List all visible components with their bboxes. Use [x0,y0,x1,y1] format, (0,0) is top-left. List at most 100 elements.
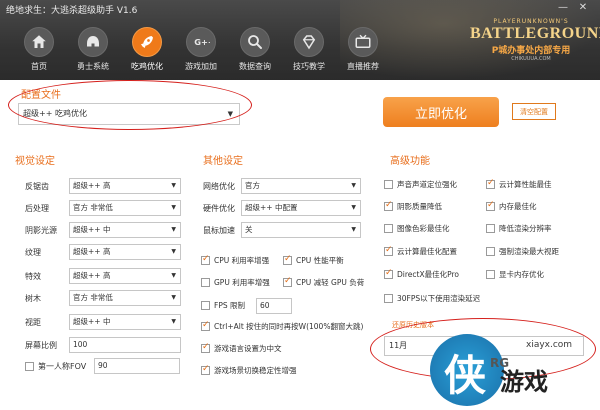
chevron-down-icon: ▼ [171,226,176,233]
texture-select[interactable]: 超级++ 高 ▼ [69,244,181,260]
sound-channel-checkbox[interactable]: 声音声道定位强化 [384,178,457,190]
other-row: 鼠标加速 关 ▼ [203,222,361,238]
fpv-input[interactable]: 90 [94,358,180,374]
checkbox-label: DirectX最佳化Pro [397,269,459,279]
shadow-reduce-checkbox[interactable]: 阴影质量降低 [384,200,442,212]
directx-pro-checkbox[interactable]: DirectX最佳化Pro [384,268,459,280]
checkbox-box [384,293,393,303]
logo-sub-text: P城办事处内部专用 [491,46,571,56]
effects-select[interactable]: 超级++ 高 ▼ [69,268,181,284]
other-row-label: 网络优化 [203,181,235,191]
scene-stability-checkbox[interactable]: 游戏场景切换稳定性增强 [201,364,297,376]
clear-config-button[interactable]: 清空配置 [512,103,556,120]
cpu-balance-checkbox[interactable]: CPU 性能平衡 [283,254,344,266]
visual-settings-title: 视觉设定 [15,156,55,167]
checkbox-box [486,223,495,233]
checkbox-box [486,200,495,211]
cpu-reduce-gpu-checkbox[interactable]: CPU 减轻 GPU 负荷 [283,276,364,288]
nav-warrior-system[interactable]: 勇士系统 [70,27,116,79]
nav-tips-label: 技巧教学 [293,62,325,71]
mouse-accel-select[interactable]: 关 ▼ [241,222,361,238]
app-window: 绝地求生：大逃杀超级助手 V1.6 — ✕ 首页 勇士系统 吃鸡优化 G+ 游戏… [0,0,600,410]
checkbox-label: 降低渲染分辨率 [499,223,552,233]
visual-row: 特效 超级++ 高 ▼ [25,268,181,284]
antialias-value: 超级++ 高 [73,181,111,190]
window-jump-checkbox[interactable]: Ctrl+Alt 按住的同时再按W(100%翻窗大跳) [201,320,363,332]
nav-chicken-optimize-label: 吃鸡优化 [131,62,163,71]
battlegrounds-logo: PLAYERUNKNOWN'S BATTLEGROUNDS P城办事处内部专用 … [470,18,600,70]
render-delay-checkbox[interactable]: 30FPS以下使用渲染延迟 [384,292,480,304]
cloud-config-checkbox[interactable]: 云计算最佳化配置 [384,245,457,257]
other-row: 网络优化 官方 ▼ [203,178,361,194]
texture-value: 超级++ 高 [73,247,111,256]
checkbox-label: CPU 减轻 GPU 负荷 [296,277,365,287]
visual-row: 树木 官方 非常低 ▼ [25,290,181,306]
cloud-performance-checkbox[interactable]: 云计算性能最佳 [486,178,552,190]
checkbox-box [201,320,210,331]
chevron-down-icon: ▼ [171,182,176,189]
post-processing-value: 官方 非常低 [73,203,113,212]
nav-live[interactable]: 直播推荐 [340,27,386,79]
view-distance-select[interactable]: 超级++ 中 ▼ [69,314,181,330]
gpu-boost-checkbox[interactable]: GPU 利用率增强 [201,276,270,288]
fps-limit-label: FPS 限制 [214,300,245,310]
checkbox-box [384,223,393,233]
search-icon [240,27,270,57]
checkbox-label: 强制渲染最大视距 [499,246,559,256]
checkbox-label: 声音声道定位强化 [397,179,457,189]
checkbox-label: 阴影质量降低 [397,201,442,211]
hardware-optimize-value: 超级++ 中配置 [245,203,298,212]
nav-tips[interactable]: 技巧教学 [286,27,332,79]
checkbox-box [201,342,210,353]
checkbox-box [384,268,393,279]
close-button[interactable]: ✕ [576,2,590,14]
chinese-language-checkbox[interactable]: 游戏语言设置为中文 [201,342,282,354]
other-settings-title: 其他设定 [203,156,243,167]
max-view-distance-checkbox[interactable]: 强制渲染最大视距 [486,245,559,257]
tv-icon [348,27,378,57]
fps-limit-input[interactable]: 60 [256,298,292,314]
nav-home[interactable]: 首页 [16,27,62,79]
color-optimize-checkbox[interactable]: 图像色彩最佳化 [384,222,450,234]
nav-chicken-optimize[interactable]: 吃鸡优化 [124,27,170,79]
minimize-button[interactable]: — [556,2,570,14]
checkbox-label: 显卡内存优化 [499,269,544,279]
post-processing-select[interactable]: 官方 非常低 ▼ [69,200,181,216]
other-row-label: 鼠标加速 [203,225,235,235]
checkbox-box [283,276,292,287]
optimize-now-button[interactable]: 立即优化 [383,97,499,127]
fpv-row: 第一人称FOV 90 [25,358,180,374]
visual-row-label: 阴影光源 [25,225,57,235]
visual-row-label: 特效 [25,271,41,281]
shadow-light-select[interactable]: 超级++ 中 ▼ [69,222,181,238]
shadow-light-value: 超级++ 中 [73,225,111,234]
network-optimize-select[interactable]: 官方 ▼ [241,178,361,194]
trees-select[interactable]: 官方 非常低 ▼ [69,290,181,306]
antialias-select[interactable]: 超级++ 高 ▼ [69,178,181,194]
screen-ratio-input[interactable]: 100 [69,337,181,353]
checkbox-label: 图像色彩最佳化 [397,223,450,233]
cpu-boost-checkbox[interactable]: CPU 利用率增强 [201,254,269,266]
chevron-down-icon: ▼ [171,204,176,211]
other-row: 硬件优化 超级++ 中配置 ▼ [203,200,361,216]
visual-row-label: 视距 [25,317,41,327]
visual-row: 纹理 超级++ 高 ▼ [25,244,181,260]
fps-limit-checkbox[interactable]: FPS 限制 [201,299,258,311]
checkbox-box [384,200,393,211]
fpv-label: 第一人称FOV [38,361,87,371]
chevron-down-icon: ▼ [171,318,176,325]
nav-game-plus-label: 游戏加加 [185,62,217,71]
checkbox-label: GPU 利用率增强 [214,277,270,287]
checkbox-label: CPU 利用率增强 [214,255,270,265]
nav-game-plus[interactable]: G++ 游戏加加 [178,27,224,79]
hardware-optimize-select[interactable]: 超级++ 中配置 ▼ [241,200,361,216]
nav-data-query[interactable]: 数据查询 [232,27,278,79]
memory-optimize-checkbox[interactable]: 内存最佳化 [486,200,537,212]
gpu-memory-checkbox[interactable]: 显卡内存优化 [486,268,544,280]
svg-text:G++: G++ [194,37,210,47]
fpv-checkbox[interactable] [25,361,34,371]
screen-ratio-row: 屏幕比例 100 [25,337,181,353]
lower-resolution-checkbox[interactable]: 降低渲染分辨率 [486,222,552,234]
header-bar: 绝地求生：大逃杀超级助手 V1.6 — ✕ 首页 勇士系统 吃鸡优化 G+ 游戏… [0,0,600,80]
logo-top-text: PLAYERUNKNOWN'S [493,18,569,25]
